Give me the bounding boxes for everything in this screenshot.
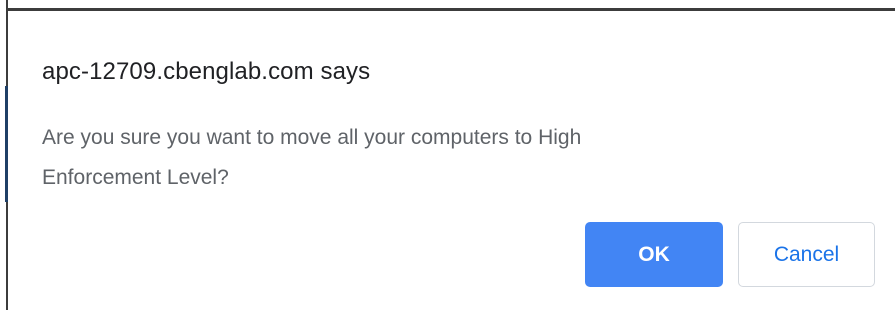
cancel-button[interactable]: Cancel <box>738 222 875 287</box>
dialog-message-line-2: Enforcement Level? <box>42 166 229 189</box>
dialog-message: Are you sure you want to move all your c… <box>42 118 762 198</box>
dialog-message-line-1: Are you sure you want to move all your c… <box>42 126 582 149</box>
dialog-title: apc-12709.cbenglab.com says <box>42 58 371 85</box>
ok-button[interactable]: OK <box>585 222 723 287</box>
confirm-dialog: apc-12709.cbenglab.com says Are you sure… <box>8 8 895 310</box>
page: apc-12709.cbenglab.com says Are you sure… <box>0 0 895 310</box>
